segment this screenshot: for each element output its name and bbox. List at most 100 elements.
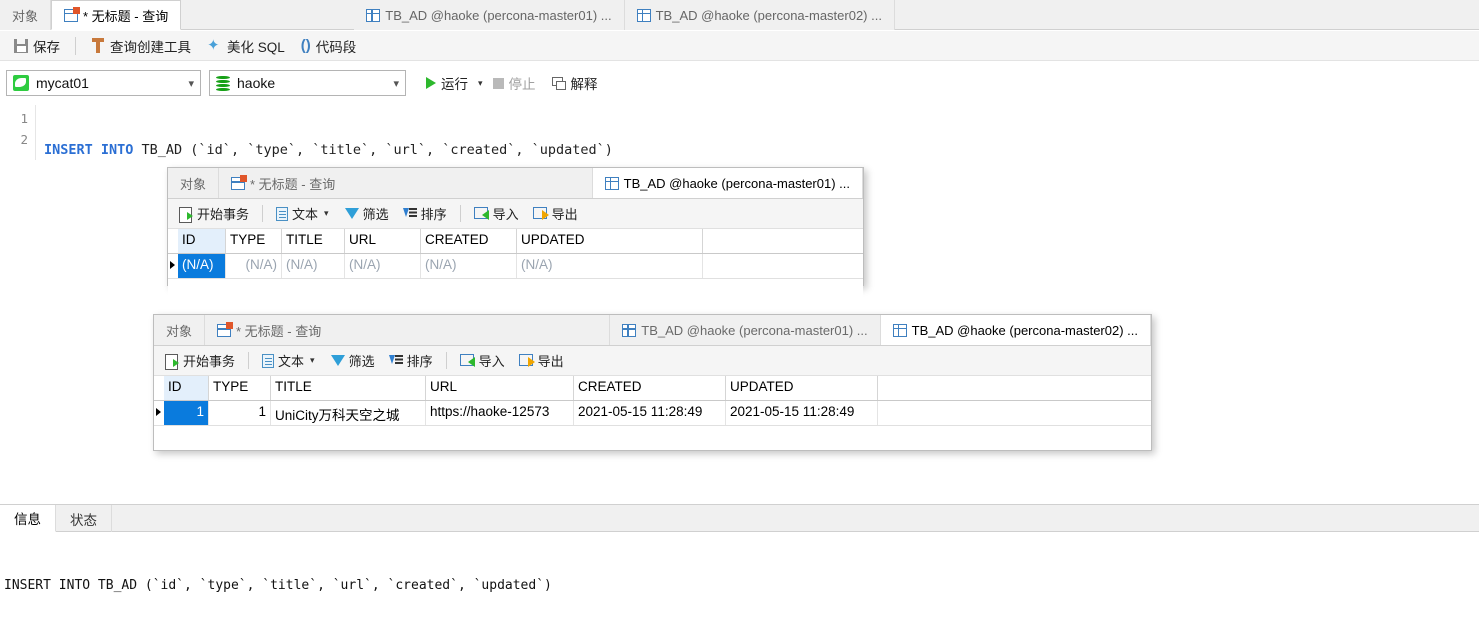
begin-transaction-button[interactable]: 开始事务 (172, 202, 256, 225)
chevron-down-icon[interactable]: ▾ (308, 355, 317, 366)
sort-button[interactable]: 排序 (382, 349, 440, 372)
export-button[interactable]: 导出 (512, 349, 571, 372)
cell-url[interactable]: https://haoke-12573 (426, 401, 574, 425)
main-tab-objects[interactable]: 对象 (0, 0, 52, 30)
cell-url[interactable]: (N/A) (345, 254, 421, 278)
sql-text: TB_AD (`id`, `type`, `title`, `url`, `cr… (133, 142, 613, 158)
cell-created[interactable]: 2021-05-15 11:28:49 (574, 401, 726, 425)
sort-button[interactable]: 排序 (396, 202, 454, 225)
column-header-url[interactable]: URL (426, 376, 574, 400)
table-row[interactable]: (N/A) (N/A) (N/A) (N/A) (N/A) (N/A) (168, 254, 863, 279)
main-tab-query[interactable]: * 无标题 - 查询 (51, 0, 182, 30)
panel1-result-grid[interactable]: ID TYPE TITLE URL CREATED UPDATED (N/A) … (168, 229, 863, 303)
tab-status[interactable]: 状态 (56, 505, 112, 532)
toolbar-divider (75, 36, 76, 55)
import-icon (459, 354, 475, 367)
panel2-tab-tbad-master02[interactable]: TB_AD @haoke (percona-master02) ... (880, 315, 1151, 345)
sql-editor[interactable]: 1 2 INSERT INTO TB_AD (`id`, `type`, `ti… (0, 105, 1479, 160)
column-header-created[interactable]: CREATED (574, 376, 726, 400)
column-header-title[interactable]: TITLE (271, 376, 426, 400)
filter-button[interactable]: 筛选 (324, 349, 382, 372)
panel2-tab-tbad-master01[interactable]: TB_AD @haoke (percona-master01) ... (610, 315, 881, 345)
current-row-indicator-icon (154, 401, 164, 425)
panel1-tab-objects[interactable]: 对象 (168, 168, 220, 198)
main-tab-tbad-master01[interactable]: TB_AD @haoke (percona-master01) ... (354, 0, 625, 30)
panel1-tab-query[interactable]: * 无标题 - 查询 (219, 168, 593, 198)
table-row[interactable]: 1 1 UniCity万科天空之城 https://haoke-12573 20… (154, 401, 1151, 426)
panel1-tab-tbad-master01[interactable]: TB_AD @haoke (percona-master01) ... (592, 168, 863, 198)
transaction-icon (179, 206, 193, 223)
tab-label: 状态 (70, 512, 97, 528)
cell-created[interactable]: (N/A) (421, 254, 517, 278)
import-button[interactable]: 导入 (467, 202, 526, 225)
beautify-sql-button[interactable]: ✦ 美化 SQL (199, 34, 293, 58)
sql-code-area[interactable]: INSERT INTO TB_AD (`id`, `type`, `title`… (44, 108, 1304, 160)
panel2-grid-header: ID TYPE TITLE URL CREATED UPDATED (154, 376, 1151, 401)
cell-updated[interactable]: 2021-05-15 11:28:49 (726, 401, 878, 425)
panel1-grid-toolbar: 开始事务 文本 ▾ 筛选 排序 导入 导出 (168, 199, 863, 229)
play-icon (426, 77, 436, 89)
run-dropdown-caret-icon[interactable]: ▾ (476, 78, 485, 89)
export-button[interactable]: 导出 (526, 202, 585, 225)
column-header-id[interactable]: ID (164, 376, 209, 400)
save-label: 保存 (33, 39, 60, 55)
cell-title[interactable]: (N/A) (282, 254, 345, 278)
cell-type[interactable]: (N/A) (226, 254, 282, 278)
cell-updated[interactable]: (N/A) (517, 254, 703, 278)
explain-button[interactable]: 解释 (544, 71, 606, 95)
row-header-gutter (154, 376, 164, 400)
import-button[interactable]: 导入 (453, 349, 512, 372)
cell-id[interactable]: (N/A) (178, 254, 226, 278)
save-icon (14, 38, 28, 53)
output-log[interactable]: INSERT INTO TB_AD (`id`, `type`, `title`… (0, 532, 1479, 626)
column-header-url[interactable]: URL (345, 229, 421, 253)
tab-information[interactable]: 信息 (0, 505, 56, 532)
cell-id[interactable]: 1 (164, 401, 209, 425)
query-builder-label: 查询创建工具 (110, 39, 191, 55)
table-grid-icon (622, 324, 637, 337)
panel-toolbar-divider (459, 205, 461, 222)
filter-button[interactable]: 筛选 (338, 202, 396, 225)
cell-type[interactable]: 1 (209, 401, 271, 425)
row-header-gutter (168, 229, 178, 253)
run-button[interactable]: 运行 (418, 71, 476, 95)
output-tabstrip: 信息 状态 (0, 505, 1479, 532)
database-icon (216, 75, 230, 91)
export-label: 导出 (537, 354, 564, 369)
connection-select[interactable]: mycat01 ▾ (6, 70, 201, 96)
panel2-tab-query[interactable]: * 无标题 - 查询 (205, 315, 611, 345)
main-tab-tbad-master02[interactable]: TB_AD @haoke (percona-master02) ... (624, 0, 895, 30)
result-panel-master01[interactable]: 对象 * 无标题 - 查询 TB_AD @haoke (percona-mast… (167, 167, 864, 303)
begin-transaction-button[interactable]: 开始事务 (158, 349, 242, 372)
save-button[interactable]: 保存 (6, 34, 68, 58)
filter-label: 筛选 (362, 207, 389, 222)
table-grid-icon (892, 323, 907, 337)
text-view-button[interactable]: 文本 ▾ (255, 349, 324, 372)
panel2-result-grid[interactable]: ID TYPE TITLE URL CREATED UPDATED 1 1 Un… (154, 376, 1151, 450)
column-header-updated[interactable]: UPDATED (726, 376, 878, 400)
cell-title[interactable]: UniCity万科天空之城 (271, 401, 426, 425)
column-header-title[interactable]: TITLE (282, 229, 345, 253)
chevron-down-icon[interactable]: ▾ (322, 208, 331, 219)
sort-label: 排序 (406, 354, 433, 369)
column-header-type[interactable]: TYPE (209, 376, 271, 400)
panel2-tab-objects[interactable]: 对象 (154, 315, 206, 345)
column-header-id[interactable]: ID (178, 229, 226, 253)
panel2-tab-label: 对象 (166, 324, 193, 339)
document-icon (276, 206, 289, 221)
stop-button[interactable]: 停止 (485, 71, 544, 95)
column-header-type[interactable]: TYPE (226, 229, 282, 253)
database-select[interactable]: haoke ▾ (209, 70, 406, 96)
query-icon (231, 175, 248, 190)
code-snippet-button[interactable]: () 代码段 (293, 34, 365, 58)
column-header-updated[interactable]: UPDATED (517, 229, 703, 253)
main-tab-label: 对象 (12, 8, 39, 24)
result-panel-master02[interactable]: 对象 * 无标题 - 查询 TB_AD @haoke (percona-mast… (153, 314, 1152, 451)
query-builder-button[interactable]: 查询创建工具 (83, 34, 199, 58)
text-view-button[interactable]: 文本 ▾ (269, 202, 338, 225)
stop-icon (492, 77, 504, 89)
column-header-created[interactable]: CREATED (421, 229, 517, 253)
panel1-grid-empty-area (168, 279, 863, 303)
output-line: INSERT INTO TB_AD (`id`, `type`, `title`… (4, 578, 552, 593)
query-toolbar: 保存 查询创建工具 ✦ 美化 SQL () 代码段 (0, 31, 1479, 61)
